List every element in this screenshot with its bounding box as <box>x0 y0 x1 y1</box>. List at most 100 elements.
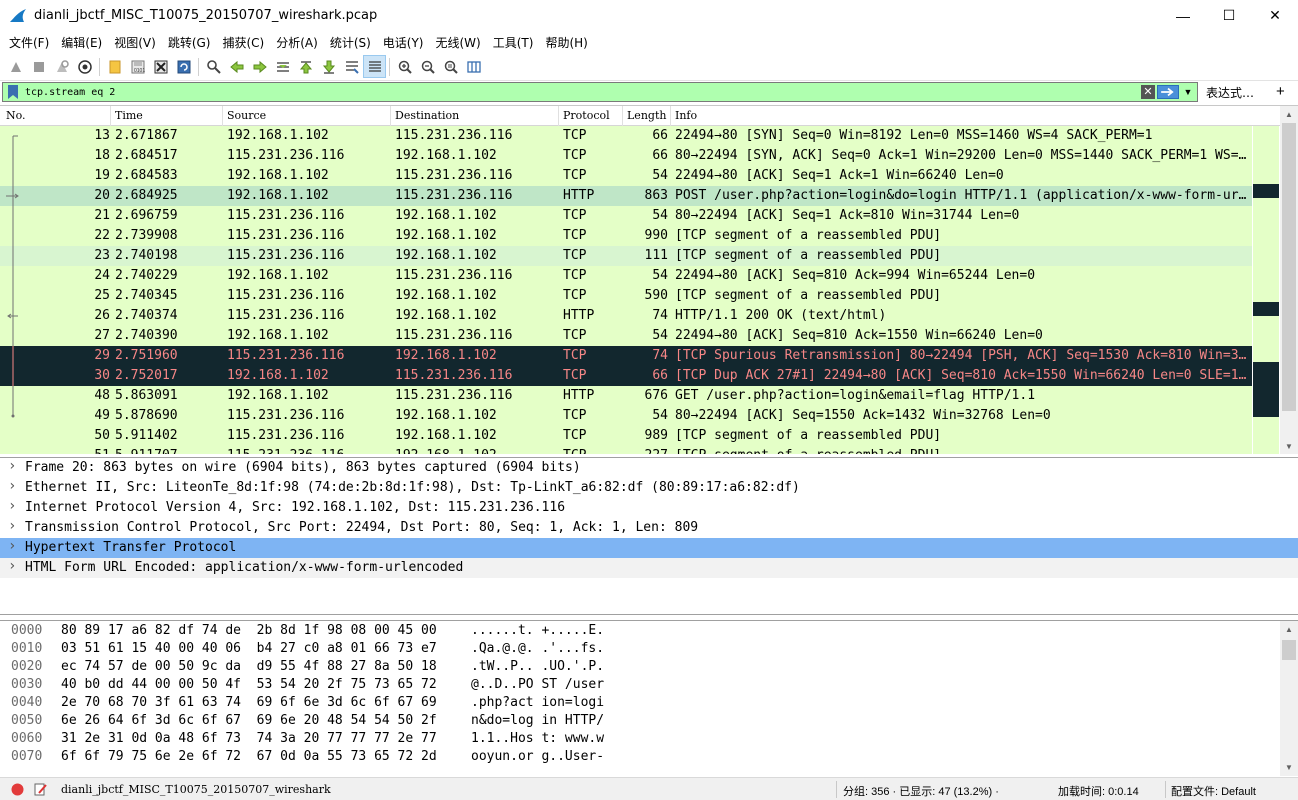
go-last-icon[interactable] <box>317 55 340 78</box>
filter-text[interactable]: tcp.stream eq 2 <box>25 87 115 98</box>
packet-row[interactable]: 30 2.752017 192.168.1.102 115.231.236.116 TC… <box>0 366 1252 386</box>
column-length[interactable]: Length <box>627 109 666 122</box>
menu-view[interactable]: 视图(V) <box>108 34 162 51</box>
packet-list-scrollbar[interactable]: ▲ ▼ <box>1280 106 1298 454</box>
expand-arrow-icon[interactable]: › <box>8 518 16 534</box>
column-separator[interactable] <box>622 106 623 126</box>
column-protocol[interactable]: Protocol <box>563 109 610 122</box>
go-back-icon[interactable] <box>225 55 248 78</box>
packet-row[interactable]: 19 2.684583 192.168.1.102 115.231.236.116 TC… <box>0 166 1252 186</box>
bytes-row[interactable]: 0000 80 89 17 a6 82 df 74 de 2b 8d 1f 98 … <box>0 622 1280 640</box>
menu-tools[interactable]: 工具(T) <box>487 34 540 51</box>
bytes-row[interactable]: 0030 40 b0 dd 44 00 00 50 4f 53 54 20 2f … <box>0 676 1280 694</box>
add-filter-button[interactable]: + <box>1276 83 1285 100</box>
detail-tree-item[interactable]: › HTML Form URL Encoded: application/x-ww… <box>0 558 1298 578</box>
minimize-button[interactable]: — <box>1160 0 1206 31</box>
packet-row[interactable]: 48 5.863091 192.168.1.102 115.231.236.116 HT… <box>0 386 1252 406</box>
chevron-down-icon[interactable]: ▼ <box>1182 85 1194 99</box>
capture-options-icon[interactable] <box>73 55 96 78</box>
display-filter-input[interactable]: tcp.stream eq 2 ✕ ▼ <box>2 82 1198 102</box>
save-file-icon[interactable]: 0101 <box>126 55 149 78</box>
colorize-icon[interactable] <box>363 55 386 78</box>
column-info[interactable]: Info <box>675 109 697 122</box>
column-separator[interactable] <box>390 106 391 126</box>
menu-analyze[interactable]: 分析(A) <box>270 34 324 51</box>
edit-comment-icon[interactable] <box>33 782 48 797</box>
expert-info-icon[interactable] <box>11 783 24 796</box>
scroll-down-icon[interactable]: ▼ <box>1280 438 1298 454</box>
expand-arrow-icon[interactable]: › <box>8 478 16 494</box>
column-separator[interactable] <box>558 106 559 126</box>
go-to-packet-icon[interactable] <box>271 55 294 78</box>
packet-row[interactable]: 29 2.751960 115.231.236.116 192.168.1.102 TC… <box>0 346 1252 366</box>
column-separator[interactable] <box>670 106 671 126</box>
close-file-icon[interactable] <box>149 55 172 78</box>
detail-tree-item[interactable]: › Transmission Control Protocol, Src Port… <box>0 518 1298 538</box>
packet-row[interactable]: 27 2.740390 192.168.1.102 115.231.236.116 TC… <box>0 326 1252 346</box>
zoom-normal-icon[interactable] <box>439 55 462 78</box>
bytes-row[interactable]: 0070 6f 6f 79 75 6e 2e 6f 72 67 0d 0a 55 … <box>0 748 1280 766</box>
column-separator[interactable] <box>222 106 223 126</box>
column-source[interactable]: Source <box>227 109 266 122</box>
expand-arrow-icon[interactable]: › <box>8 498 16 514</box>
menu-telephony[interactable]: 电话(Y) <box>377 34 430 51</box>
column-time[interactable]: Time <box>115 109 143 122</box>
packet-row[interactable]: 51 5.911707 115.231.236.116 192.168.1.102 TC… <box>0 446 1252 454</box>
packet-row[interactable]: 20 2.684925 192.168.1.102 115.231.236.116 HT… <box>0 186 1252 206</box>
restart-capture-icon[interactable] <box>50 55 73 78</box>
packet-row[interactable]: 25 2.740345 115.231.236.116 192.168.1.102 TC… <box>0 286 1252 306</box>
go-forward-icon[interactable] <box>248 55 271 78</box>
bytes-row[interactable]: 0020 ec 74 57 de 00 50 9c da d9 55 4f 88 … <box>0 658 1280 676</box>
packet-row[interactable]: 21 2.696759 115.231.236.116 192.168.1.102 TC… <box>0 206 1252 226</box>
bookmark-icon[interactable] <box>6 84 20 100</box>
bytes-row[interactable]: 0050 6e 26 64 6f 3d 6c 6f 67 69 6e 20 48 … <box>0 712 1280 730</box>
menu-statistics[interactable]: 统计(S) <box>324 34 377 51</box>
close-window-button[interactable]: ✕ <box>1252 0 1298 31</box>
scroll-down-icon[interactable]: ▼ <box>1280 759 1298 776</box>
stop-capture-icon[interactable] <box>27 55 50 78</box>
menu-capture[interactable]: 捕获(C) <box>216 34 270 51</box>
expand-arrow-icon[interactable]: › <box>8 458 16 474</box>
packet-row[interactable]: 26 2.740374 115.231.236.116 192.168.1.102 HT… <box>0 306 1252 326</box>
intelligent-scrollbar-minimap[interactable] <box>1253 126 1279 454</box>
column-destination[interactable]: Destination <box>395 109 459 122</box>
bytes-scrollbar[interactable]: ▲ ▼ <box>1280 621 1298 776</box>
open-file-icon[interactable] <box>103 55 126 78</box>
resize-columns-icon[interactable] <box>462 55 485 78</box>
detail-tree-item[interactable]: › Ethernet II, Src: LiteonTe_8d:1f:98 (74… <box>0 478 1298 498</box>
packet-row[interactable]: 13 2.671867 192.168.1.102 115.231.236.116 TC… <box>0 126 1252 146</box>
column-no[interactable]: No. <box>6 109 26 122</box>
menu-go[interactable]: 跳转(G) <box>162 34 217 51</box>
bytes-row[interactable]: 0010 03 51 61 15 40 00 40 06 b4 27 c0 a8 … <box>0 640 1280 658</box>
packet-row[interactable]: 49 5.878690 115.231.236.116 192.168.1.102 TC… <box>0 406 1252 426</box>
find-packet-icon[interactable] <box>202 55 225 78</box>
menu-help[interactable]: 帮助(H) <box>539 34 593 51</box>
maximize-button[interactable]: ☐ <box>1206 0 1252 31</box>
menu-edit[interactable]: 编辑(E) <box>55 34 108 51</box>
packet-row[interactable]: 18 2.684517 115.231.236.116 192.168.1.102 TC… <box>0 146 1252 166</box>
zoom-out-icon[interactable] <box>416 55 439 78</box>
bytes-row[interactable]: 0040 2e 70 68 70 3f 61 63 74 69 6f 6e 3d … <box>0 694 1280 712</box>
scrollbar-thumb[interactable] <box>1282 123 1296 411</box>
detail-tree-item[interactable]: › Frame 20: 863 bytes on wire (6904 bits)… <box>0 458 1298 478</box>
expand-arrow-icon[interactable]: › <box>8 538 16 554</box>
menu-wireless[interactable]: 无线(W) <box>430 34 487 51</box>
status-profile[interactable]: 配置文件: Default <box>1171 783 1256 799</box>
packet-row[interactable]: 23 2.740198 115.231.236.116 192.168.1.102 TC… <box>0 246 1252 266</box>
reload-file-icon[interactable] <box>172 55 195 78</box>
menu-file[interactable]: 文件(F) <box>3 34 55 51</box>
packet-row[interactable]: 22 2.739908 115.231.236.116 192.168.1.102 TC… <box>0 226 1252 246</box>
scroll-up-icon[interactable]: ▲ <box>1280 106 1298 123</box>
expand-arrow-icon[interactable]: › <box>8 558 16 574</box>
detail-tree-item[interactable]: › Internet Protocol Version 4, Src: 192.1… <box>0 498 1298 518</box>
scroll-up-icon[interactable]: ▲ <box>1280 621 1298 638</box>
apply-filter-icon[interactable] <box>1157 85 1179 99</box>
auto-scroll-icon[interactable] <box>340 55 363 78</box>
start-capture-icon[interactable] <box>4 55 27 78</box>
scrollbar-thumb[interactable] <box>1282 640 1296 660</box>
go-first-icon[interactable] <box>294 55 317 78</box>
expression-button[interactable]: 表达式… <box>1206 84 1254 101</box>
column-separator[interactable] <box>110 106 111 126</box>
clear-filter-icon[interactable]: ✕ <box>1141 85 1155 99</box>
detail-tree-item[interactable]: › Hypertext Transfer Protocol <box>0 538 1298 558</box>
